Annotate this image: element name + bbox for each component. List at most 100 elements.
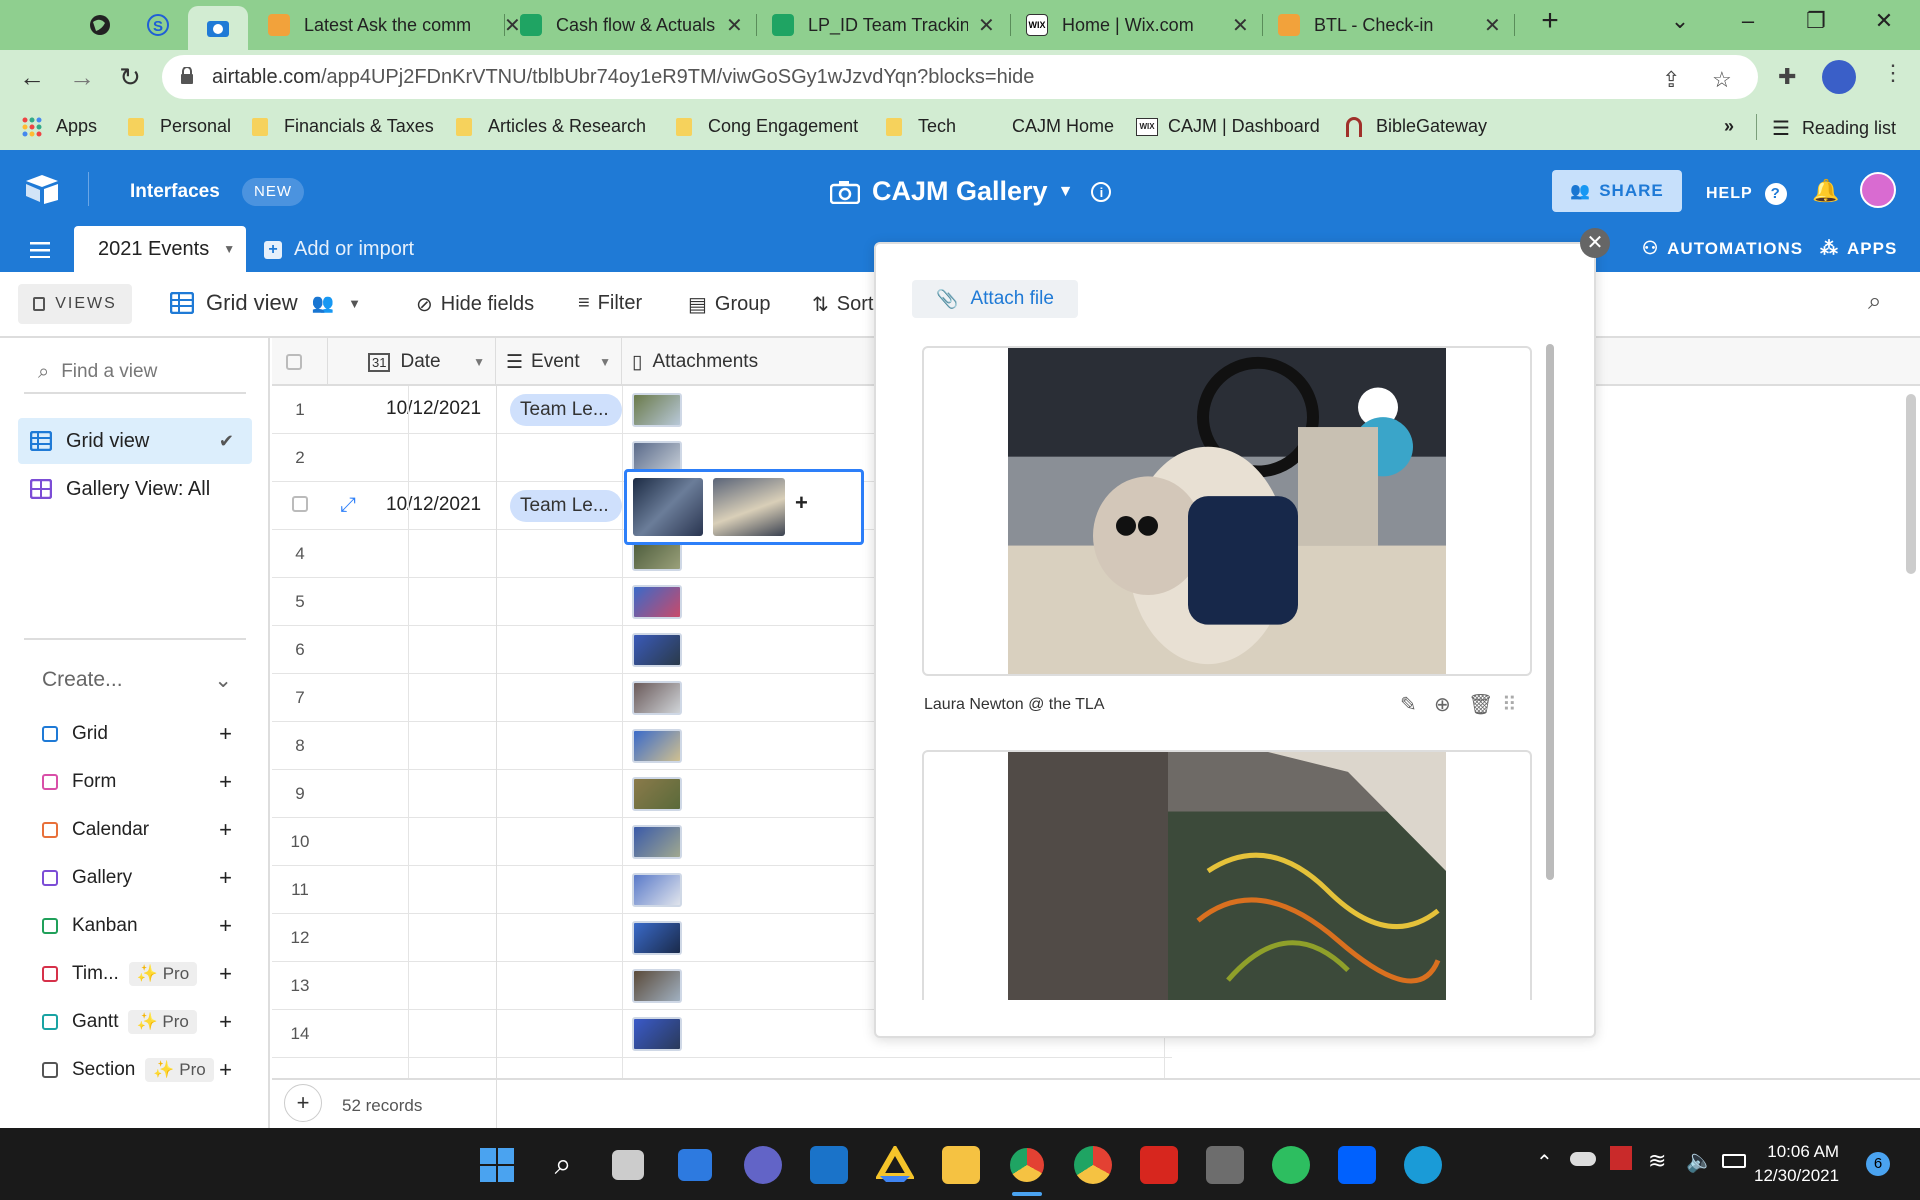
attachment-thumbnail[interactable] — [632, 729, 682, 763]
mail-icon[interactable] — [810, 1146, 848, 1184]
edge-icon[interactable] — [1404, 1146, 1442, 1184]
attachment-thumbnail[interactable] — [632, 873, 682, 907]
attachment-thumbnail[interactable] — [632, 681, 682, 715]
close-icon[interactable]: ✕ — [1232, 13, 1249, 38]
add-or-import-button[interactable]: + Add or import — [264, 238, 414, 261]
bookmark-articles[interactable]: Articles & Research — [456, 116, 646, 137]
automations-button[interactable]: ⚇ AUTOMATIONS — [1642, 238, 1803, 259]
expand-record-icon[interactable]: ⤢ — [340, 494, 356, 517]
download-icon[interactable]: ⊕ — [1434, 692, 1451, 717]
chrome-icon[interactable] — [1008, 1146, 1046, 1184]
pinned-tab-s[interactable]: S — [136, 8, 180, 42]
attachment-preview-card[interactable] — [922, 750, 1532, 1000]
apps-button[interactable]: ⁂ APPS — [1820, 238, 1897, 259]
tab-3[interactable]: WIX Home | Wix.com ✕ — [1012, 6, 1263, 44]
add-icon[interactable]: + — [219, 1057, 232, 1083]
add-icon[interactable]: + — [219, 913, 232, 939]
select-all-checkbox[interactable] — [286, 354, 302, 370]
select-all-cell[interactable] — [272, 338, 328, 386]
help-link[interactable]: HELP ? — [1706, 183, 1787, 205]
bookmark-cong[interactable]: Cong Engagement — [676, 116, 858, 137]
drag-handle-icon[interactable]: ⠿ — [1502, 692, 1517, 717]
row-checkbox[interactable] — [292, 496, 308, 512]
interfaces-link[interactable]: Interfaces — [130, 181, 220, 203]
sort-button[interactable]: ⇅ Sort — [812, 292, 873, 317]
start-button[interactable] — [478, 1146, 516, 1184]
restore-button[interactable]: ❐ — [1796, 8, 1836, 34]
forward-button[interactable]: → — [66, 62, 98, 93]
create-item-form[interactable]: Form + — [42, 762, 232, 802]
share-button[interactable]: 👥 SHARE — [1552, 170, 1682, 212]
event-tag[interactable]: Team Le... — [510, 394, 622, 426]
find-view-input[interactable]: ⌕ Find a view — [24, 352, 246, 394]
gift-app-icon[interactable] — [1610, 1146, 1632, 1170]
pinned-tab-airtable[interactable] — [188, 6, 248, 50]
more-bookmarks[interactable]: » — [1724, 116, 1734, 137]
tab-1[interactable]: Cash flow & Actuals ✕ — [506, 6, 757, 44]
add-icon[interactable]: + — [219, 769, 232, 795]
notification-badge[interactable]: 6 — [1866, 1152, 1890, 1176]
create-item-calendar[interactable]: Calendar + — [42, 810, 232, 850]
bookmark-personal[interactable]: Personal — [128, 116, 231, 137]
attachment-thumbnail[interactable] — [713, 478, 785, 536]
back-button[interactable]: ← — [16, 62, 48, 93]
table-tab-2021-events[interactable]: 2021 Events ▼ — [74, 226, 246, 272]
create-item-gallery[interactable]: Gallery + — [42, 858, 232, 898]
expanded-attachment-cell[interactable]: + — [624, 469, 864, 545]
tab-2[interactable]: LP_ID Team Tracking ✕ — [758, 6, 1009, 44]
column-header-event[interactable]: ☰ Event ▼ — [496, 338, 622, 386]
bookmark-apps[interactable]: Apps — [22, 116, 97, 137]
attachment-preview-card[interactable] — [922, 346, 1532, 676]
attach-file-button[interactable]: 📎 Attach file — [912, 280, 1078, 318]
share-page-icon[interactable]: ⇪ — [1662, 67, 1680, 93]
create-section-header[interactable]: Create... ⌄ — [42, 668, 232, 693]
info-icon[interactable]: i — [1091, 181, 1112, 202]
onedrive-icon[interactable] — [1570, 1152, 1596, 1166]
acrobat-icon[interactable] — [1140, 1146, 1178, 1184]
create-item-grid[interactable]: Grid + — [42, 714, 232, 754]
dropbox-icon[interactable] — [1338, 1146, 1376, 1184]
date-cell[interactable]: 10/12/2021 — [386, 494, 481, 516]
edit-pencil-icon[interactable]: ✎ — [1400, 692, 1417, 717]
volume-icon[interactable]: 🔈 — [1686, 1148, 1713, 1174]
extensions-icon[interactable]: ✚ — [1778, 64, 1796, 90]
close-icon[interactable]: ✕ — [978, 13, 995, 38]
bookmark-cajm-home[interactable]: CAJM Home — [1012, 116, 1114, 137]
task-view-icon[interactable] — [612, 1150, 644, 1180]
group-button[interactable]: ▤ Group — [688, 292, 771, 317]
reading-list[interactable]: ☰ Reading list — [1772, 116, 1896, 141]
create-item-tim[interactable]: Tim... ✨ Pro + — [42, 954, 232, 994]
close-icon[interactable]: ✕ — [726, 13, 743, 38]
add-attachment-button[interactable]: + — [795, 490, 808, 516]
teams-chat-icon[interactable] — [744, 1146, 782, 1184]
attachment-thumbnail[interactable] — [632, 921, 682, 955]
trash-icon[interactable]: 🗑 — [1468, 692, 1493, 717]
sidebar-view-gallery[interactable]: Gallery View: All — [18, 466, 252, 512]
views-toggle-button[interactable]: VIEWS — [18, 284, 132, 324]
bookmark-cajm-dashboard[interactable]: WIX CAJM | Dashboard — [1136, 116, 1320, 137]
add-record-button[interactable]: + — [284, 1084, 322, 1122]
event-tag[interactable]: Team Le... — [510, 490, 622, 522]
create-item-gantt[interactable]: Gantt ✨ Pro + — [42, 1002, 232, 1042]
sidebar-view-grid[interactable]: Grid view ✔ — [18, 418, 252, 464]
bookmark-financials[interactable]: Financials & Taxes — [252, 116, 434, 137]
close-icon[interactable]: ✕ — [1484, 13, 1501, 38]
system-clock[interactable]: 10:06 AM 12/30/2021 — [1754, 1140, 1839, 1188]
tab-4[interactable]: BTL - Check-in ✕ — [1264, 6, 1515, 44]
url-field[interactable]: airtable.com/app4UPj2FDnKrVTNU/tblbUbr74… — [162, 55, 1758, 99]
bookmark-biblegateway[interactable]: BibleGateway — [1346, 116, 1487, 137]
hamburger-menu-icon[interactable] — [30, 242, 50, 258]
attachment-thumbnail[interactable] — [632, 1017, 682, 1051]
tab-0[interactable]: Latest Ask the comm ✕ — [254, 6, 535, 44]
reload-button[interactable]: ↻ — [114, 62, 146, 93]
column-header-attachments[interactable]: ▯ Attachments — [622, 338, 877, 386]
search-icon[interactable]: ⌕ — [544, 1146, 582, 1184]
hide-fields-button[interactable]: ⊘ Hide fields — [416, 292, 534, 317]
date-cell[interactable]: 10/12/2021 — [386, 398, 481, 420]
new-tab-button[interactable]: + — [1530, 4, 1570, 38]
airtable-logo-icon[interactable] — [24, 174, 60, 204]
popup-scrollbar[interactable] — [1546, 344, 1554, 880]
attachment-thumbnail[interactable] — [632, 777, 682, 811]
browser-menu-icon[interactable]: ⋮ — [1882, 60, 1904, 86]
attachment-thumbnail[interactable] — [632, 633, 682, 667]
